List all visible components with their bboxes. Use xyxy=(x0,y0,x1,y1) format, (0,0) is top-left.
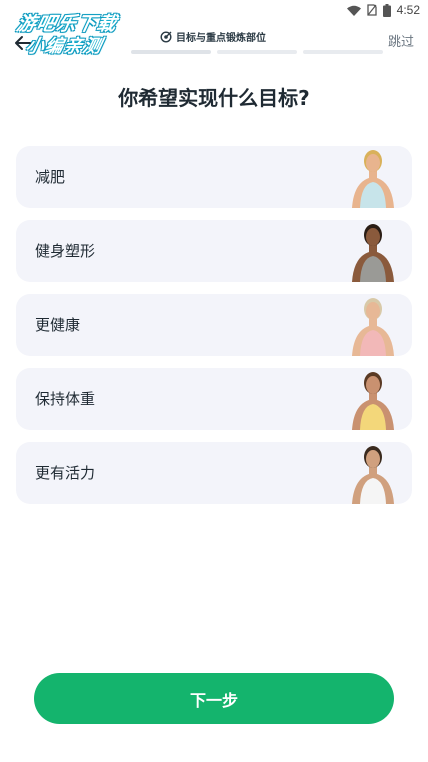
option-label: 减肥 xyxy=(35,168,66,186)
option-healthier[interactable]: 更健康 xyxy=(16,294,412,356)
goal-options-list: 减肥 健身塑形 更健康 保持体重 更有活力 xyxy=(16,146,412,516)
status-icons: 4:52 xyxy=(346,3,420,17)
option-maintain-weight[interactable]: 保持体重 xyxy=(16,368,412,430)
option-label: 更健康 xyxy=(35,316,81,334)
option-more-energy[interactable]: 更有活力 xyxy=(16,442,412,504)
no-sim-icon xyxy=(366,4,377,16)
target-icon xyxy=(160,30,172,43)
status-time: 4:52 xyxy=(396,3,420,17)
next-button[interactable]: 下一步 xyxy=(34,673,394,724)
progress-bar xyxy=(131,50,383,54)
option-label: 健身塑形 xyxy=(35,242,96,260)
man-white-tshirt-photo xyxy=(352,446,394,504)
battery-icon xyxy=(382,3,391,17)
arrow-left-icon xyxy=(15,36,31,50)
progress-segment-3 xyxy=(303,50,383,54)
option-label: 更有活力 xyxy=(35,464,96,482)
option-body-shaping[interactable]: 健身塑形 xyxy=(16,220,412,282)
progress-segment-1 xyxy=(131,50,211,54)
step-title-label: 目标与重点锻炼部位 xyxy=(176,33,266,44)
woman-sports-bra-photo xyxy=(352,150,394,208)
wifi-icon xyxy=(346,5,361,16)
option-lose-weight[interactable]: 减肥 xyxy=(16,146,412,208)
skip-button[interactable]: 跳过 xyxy=(388,31,414,50)
progress-segment-2 xyxy=(217,50,297,54)
step-title: 目标与重点锻炼部位 xyxy=(160,29,266,44)
muscular-man-tank-photo xyxy=(352,224,394,282)
older-woman-pink-top-photo xyxy=(352,298,394,356)
woman-yellow-tank-photo xyxy=(352,372,394,430)
option-label: 保持体重 xyxy=(35,390,96,408)
page-title: 你希望实现什么目标? xyxy=(118,86,310,110)
back-button[interactable] xyxy=(10,30,36,56)
